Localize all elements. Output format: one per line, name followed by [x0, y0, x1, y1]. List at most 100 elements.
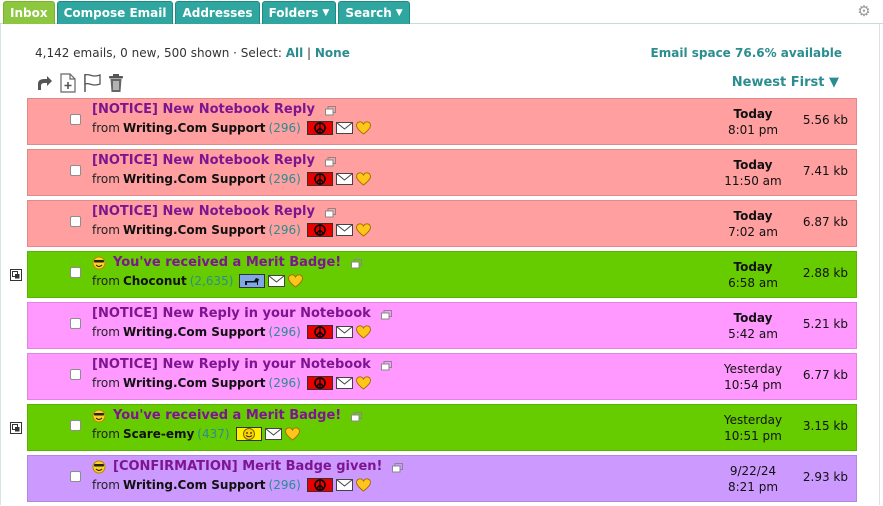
- message-row[interactable]: [CONFIRMATION] Merit Badge given! from Wri…: [27, 455, 857, 502]
- envelope-icon[interactable]: [268, 275, 286, 287]
- select-none-link[interactable]: None: [315, 46, 350, 60]
- sender-name-link[interactable]: Writing.Com Support: [123, 172, 266, 186]
- open-window-icon[interactable]: [380, 360, 392, 370]
- heart-icon[interactable]: [288, 274, 304, 288]
- select-checkbox[interactable]: [70, 471, 81, 482]
- message-row[interactable]: [NOTICE] New Notebook Reply from Writing.C…: [27, 98, 857, 145]
- message-subject-link[interactable]: You've received a Merit Badge!: [113, 408, 341, 423]
- envelope-icon[interactable]: [335, 377, 353, 389]
- tab-folders[interactable]: Folders ▼: [261, 1, 337, 24]
- message-row[interactable]: [NOTICE] New Reply in your Notebook from W…: [27, 353, 857, 400]
- sender-count: (296): [268, 478, 301, 492]
- message-sender: from Choconut (2,635): [92, 274, 304, 288]
- heart-icon[interactable]: [355, 376, 371, 390]
- message-subject-link[interactable]: [CONFIRMATION] Merit Badge given!: [113, 459, 382, 474]
- heart-icon[interactable]: [355, 172, 371, 186]
- message-subject-line: [CONFIRMATION] Merit Badge given!: [92, 459, 404, 474]
- tab-search[interactable]: Search ▼: [338, 1, 410, 24]
- message-size: 3.15 kb: [802, 419, 848, 433]
- message-size: 2.93 kb: [802, 470, 848, 484]
- message-row[interactable]: [NOTICE] New Notebook Reply from Writing.C…: [27, 149, 857, 196]
- message-size: 5.56 kb: [802, 113, 848, 127]
- message-subject-link[interactable]: [NOTICE] New Notebook Reply: [92, 153, 315, 168]
- heart-icon[interactable]: [355, 478, 371, 492]
- tab-label: Compose Email: [63, 6, 167, 20]
- sender-name-link[interactable]: Writing.Com Support: [123, 121, 266, 135]
- select-checkbox[interactable]: [70, 165, 81, 176]
- message-subject-line: [NOTICE] New Notebook Reply: [92, 153, 336, 168]
- smiley-icon: [92, 460, 106, 474]
- heart-icon[interactable]: [355, 121, 371, 135]
- envelope-icon[interactable]: [264, 428, 282, 440]
- flag-icon[interactable]: [82, 73, 102, 93]
- dog-badge-icon[interactable]: [239, 274, 266, 288]
- peace-badge-icon[interactable]: [306, 223, 333, 237]
- select-checkbox[interactable]: [70, 318, 81, 329]
- open-window-icon[interactable]: [324, 207, 336, 217]
- message-subject-link[interactable]: [NOTICE] New Notebook Reply: [92, 204, 315, 219]
- sender-name-link[interactable]: Writing.Com Support: [123, 478, 266, 492]
- tab-addresses[interactable]: Addresses: [175, 1, 260, 24]
- merit-badge-icon: [10, 422, 22, 434]
- message-subject-line: You've received a Merit Badge!: [92, 255, 363, 270]
- sender-name-link[interactable]: Writing.Com Support: [123, 223, 266, 237]
- open-window-icon[interactable]: [351, 258, 363, 268]
- sender-count: (296): [268, 172, 301, 186]
- email-space: Email space 76.6% available: [650, 46, 842, 60]
- message-sender: from Writing.Com Support (296): [92, 223, 371, 237]
- select-checkbox[interactable]: [70, 369, 81, 380]
- sender-name-link[interactable]: Writing.Com Support: [123, 325, 266, 339]
- sender-name-link[interactable]: Scare-emy: [123, 427, 194, 441]
- open-window-icon[interactable]: [351, 411, 363, 421]
- envelope-icon[interactable]: [335, 173, 353, 185]
- select-all-link[interactable]: All: [286, 46, 304, 60]
- sender-name-link[interactable]: Writing.Com Support: [123, 376, 266, 390]
- envelope-icon[interactable]: [335, 479, 353, 491]
- peace-badge-icon[interactable]: [306, 325, 333, 339]
- add-to-folder-icon[interactable]: [58, 73, 78, 93]
- open-window-icon[interactable]: [324, 105, 336, 115]
- select-checkbox[interactable]: [70, 420, 81, 431]
- tab-inbox[interactable]: Inbox: [3, 1, 55, 24]
- select-checkbox[interactable]: [70, 216, 81, 227]
- from-label: from: [92, 427, 120, 441]
- heart-icon[interactable]: [355, 325, 371, 339]
- peace-badge-icon[interactable]: [306, 121, 333, 135]
- open-window-icon[interactable]: [380, 309, 392, 319]
- message-size: 5.21 kb: [802, 317, 848, 331]
- message-subject-link[interactable]: [NOTICE] New Reply in your Notebook: [92, 357, 371, 372]
- peace-badge-icon[interactable]: [306, 478, 333, 492]
- message-subject-link[interactable]: [NOTICE] New Notebook Reply: [92, 102, 315, 117]
- heart-icon[interactable]: [355, 223, 371, 237]
- message-sender: from Scare-emy (437): [92, 427, 300, 441]
- message-subject-link[interactable]: You've received a Merit Badge!: [113, 255, 341, 270]
- peace-badge-icon[interactable]: [306, 172, 333, 186]
- envelope-icon[interactable]: [335, 326, 353, 338]
- inbox-panel: 4,142 emails, 0 new, 500 shown · Select:…: [0, 24, 880, 505]
- sender-count: (296): [268, 223, 301, 237]
- select-checkbox[interactable]: [70, 114, 81, 125]
- message-row[interactable]: [NOTICE] New Notebook Reply from Writing.C…: [27, 200, 857, 247]
- sender-name-link[interactable]: Choconut: [123, 274, 187, 288]
- tab-compose-email[interactable]: Compose Email: [56, 1, 174, 24]
- sort-newest-first[interactable]: Newest First ▼: [732, 75, 839, 90]
- envelope-icon[interactable]: [335, 122, 353, 134]
- heart-icon[interactable]: [284, 427, 300, 441]
- gear-icon[interactable]: ⚙: [856, 3, 872, 19]
- merit-badge-icon: [10, 269, 22, 281]
- message-row[interactable]: You've received a Merit Badge! from Scare-…: [10, 404, 857, 451]
- trash-icon[interactable]: [106, 73, 126, 93]
- open-window-icon[interactable]: [392, 462, 404, 472]
- peace-badge-icon[interactable]: [306, 376, 333, 390]
- tab-label: Folders: [268, 6, 319, 20]
- reply-icon[interactable]: [34, 73, 54, 93]
- message-row[interactable]: [NOTICE] New Reply in your Notebook from W…: [27, 302, 857, 349]
- smile-badge-icon[interactable]: [235, 427, 262, 441]
- open-window-icon[interactable]: [324, 156, 336, 166]
- message-row[interactable]: You've received a Merit Badge! from Chocon…: [10, 251, 857, 298]
- chevron-down-icon: ▼: [395, 8, 403, 18]
- message-subject-link[interactable]: [NOTICE] New Reply in your Notebook: [92, 306, 371, 321]
- select-checkbox[interactable]: [70, 267, 81, 278]
- envelope-icon[interactable]: [335, 224, 353, 236]
- from-label: from: [92, 274, 120, 288]
